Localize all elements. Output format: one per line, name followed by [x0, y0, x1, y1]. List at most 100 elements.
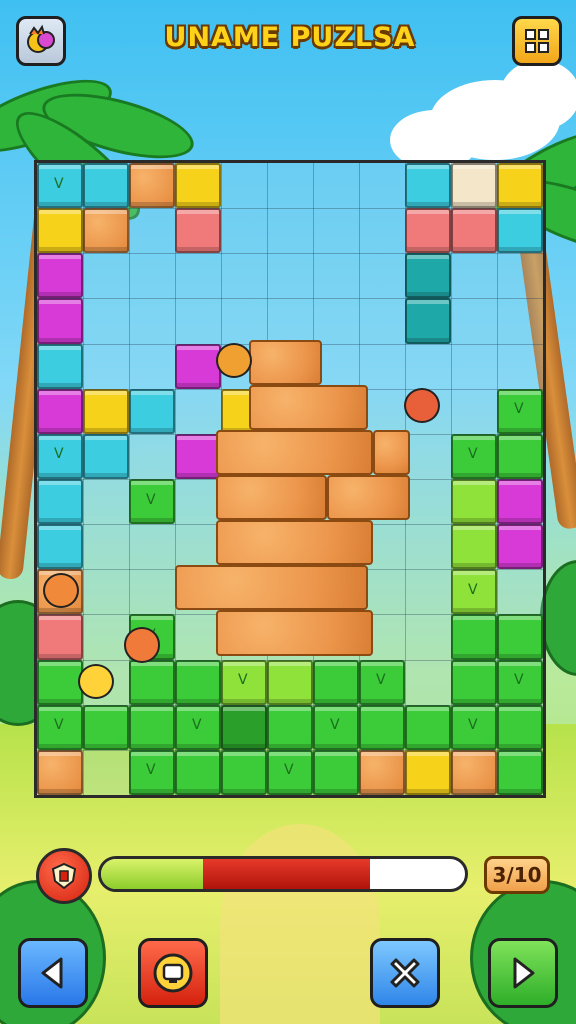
- puzzle-grid-icon: [525, 29, 549, 53]
- board-tile[interactable]: [405, 749, 451, 795]
- board-tile[interactable]: [37, 208, 83, 254]
- board-tile[interactable]: [497, 433, 543, 479]
- coin-action-button[interactable]: [138, 938, 208, 1008]
- progress-fill-green: [101, 859, 203, 889]
- board-tile[interactable]: [83, 163, 129, 209]
- critter-character[interactable]: [215, 343, 252, 379]
- board-tile[interactable]: [175, 343, 221, 389]
- stone-brick[interactable]: [216, 610, 373, 656]
- menu-button[interactable]: [16, 16, 66, 66]
- board-tile[interactable]: [83, 704, 129, 750]
- board-tile[interactable]: [497, 704, 543, 750]
- move-left-button[interactable]: [18, 938, 88, 1008]
- board-tile[interactable]: [313, 659, 359, 705]
- sprout-icon: ᐯ: [238, 672, 248, 689]
- board-tile[interactable]: [221, 704, 267, 750]
- board-tile[interactable]: [175, 433, 221, 479]
- puzzle-board[interactable]: ᐯᐯᐯᐯᐯᐯᐯᐯᐯᐯᐯᐯᐯᐯᐯᐯ: [34, 160, 546, 798]
- board-tile[interactable]: [497, 208, 543, 254]
- stone-brick[interactable]: [216, 429, 373, 475]
- board-tile[interactable]: [83, 388, 129, 434]
- dirt-path: [220, 824, 380, 1024]
- sprout-icon: ᐯ: [54, 446, 64, 463]
- board-tile[interactable]: [497, 749, 543, 795]
- stone-brick[interactable]: [248, 339, 323, 385]
- grid-line: [37, 298, 543, 300]
- board-tile[interactable]: [267, 659, 313, 705]
- stone-brick[interactable]: [372, 429, 410, 475]
- grid-line: [37, 704, 543, 706]
- board-tile[interactable]: [405, 253, 451, 299]
- board-tile[interactable]: [37, 614, 83, 660]
- board-tile[interactable]: [313, 749, 359, 795]
- sprout-icon: ᐯ: [514, 672, 524, 689]
- critter-character[interactable]: [77, 663, 114, 699]
- stone-brick[interactable]: [216, 475, 327, 521]
- board-tile[interactable]: [497, 163, 543, 209]
- board-tile[interactable]: [129, 704, 175, 750]
- board-tile[interactable]: [37, 524, 83, 570]
- arrow-left-icon: [41, 957, 63, 989]
- board-tile[interactable]: [359, 704, 405, 750]
- critter-character[interactable]: [123, 627, 160, 663]
- stone-brick[interactable]: [216, 520, 373, 566]
- sprout-icon: ᐯ: [468, 446, 478, 463]
- board-tile[interactable]: [405, 163, 451, 209]
- sprout-icon: ᐯ: [146, 491, 156, 508]
- sprout-icon: ᐯ: [468, 581, 478, 598]
- cross-icon: [390, 958, 420, 988]
- progress-fill-red: [203, 859, 370, 889]
- critter-character[interactable]: [404, 388, 441, 424]
- board-tile[interactable]: [37, 659, 83, 705]
- sprout-icon: ᐯ: [284, 762, 294, 779]
- board-tile[interactable]: [175, 749, 221, 795]
- board-tile[interactable]: [451, 479, 497, 525]
- shield-button[interactable]: [36, 848, 92, 904]
- board-tile[interactable]: [451, 659, 497, 705]
- game-title: UNAME PUZLSA: [164, 22, 416, 53]
- board-tile[interactable]: [37, 749, 83, 795]
- move-right-button[interactable]: [488, 938, 558, 1008]
- grid-line: [37, 659, 543, 661]
- stone-brick[interactable]: [175, 565, 369, 611]
- board-tile[interactable]: [37, 343, 83, 389]
- stone-brick[interactable]: [326, 475, 410, 521]
- board-tile[interactable]: [175, 659, 221, 705]
- board-tile[interactable]: [451, 614, 497, 660]
- board-tile[interactable]: [37, 479, 83, 525]
- board-tile[interactable]: [83, 208, 129, 254]
- board-tile[interactable]: [451, 163, 497, 209]
- grid-line: [37, 208, 543, 210]
- stone-brick[interactable]: [248, 384, 369, 430]
- board-tile[interactable]: [405, 298, 451, 344]
- board-tile[interactable]: [405, 704, 451, 750]
- board-tile[interactable]: [129, 388, 175, 434]
- board-tile[interactable]: [451, 749, 497, 795]
- character-badge-icon: [27, 24, 55, 53]
- board-tile[interactable]: [37, 253, 83, 299]
- board-tile[interactable]: [267, 704, 313, 750]
- board-tile[interactable]: [451, 208, 497, 254]
- board-tile[interactable]: [405, 208, 451, 254]
- board-tile[interactable]: [37, 298, 83, 344]
- sprout-icon: ᐯ: [146, 762, 156, 779]
- grid-line: [37, 253, 543, 255]
- board-tile[interactable]: [451, 524, 497, 570]
- board-tile[interactable]: [175, 163, 221, 209]
- board-tile[interactable]: [497, 614, 543, 660]
- settings-button[interactable]: [512, 16, 562, 66]
- arrow-right-icon: [513, 957, 535, 989]
- board-tile[interactable]: [497, 524, 543, 570]
- board-tile[interactable]: [83, 433, 129, 479]
- coin-icon: [153, 953, 193, 993]
- board-tile[interactable]: [37, 388, 83, 434]
- sprout-icon: ᐯ: [514, 401, 524, 418]
- board-tile[interactable]: [221, 749, 267, 795]
- board-tile[interactable]: [359, 749, 405, 795]
- board-tile[interactable]: [497, 479, 543, 525]
- sprout-icon: ᐯ: [376, 672, 386, 689]
- cancel-button[interactable]: [370, 938, 440, 1008]
- board-tile[interactable]: [175, 208, 221, 254]
- board-tile[interactable]: [129, 659, 175, 705]
- board-tile[interactable]: [129, 163, 175, 209]
